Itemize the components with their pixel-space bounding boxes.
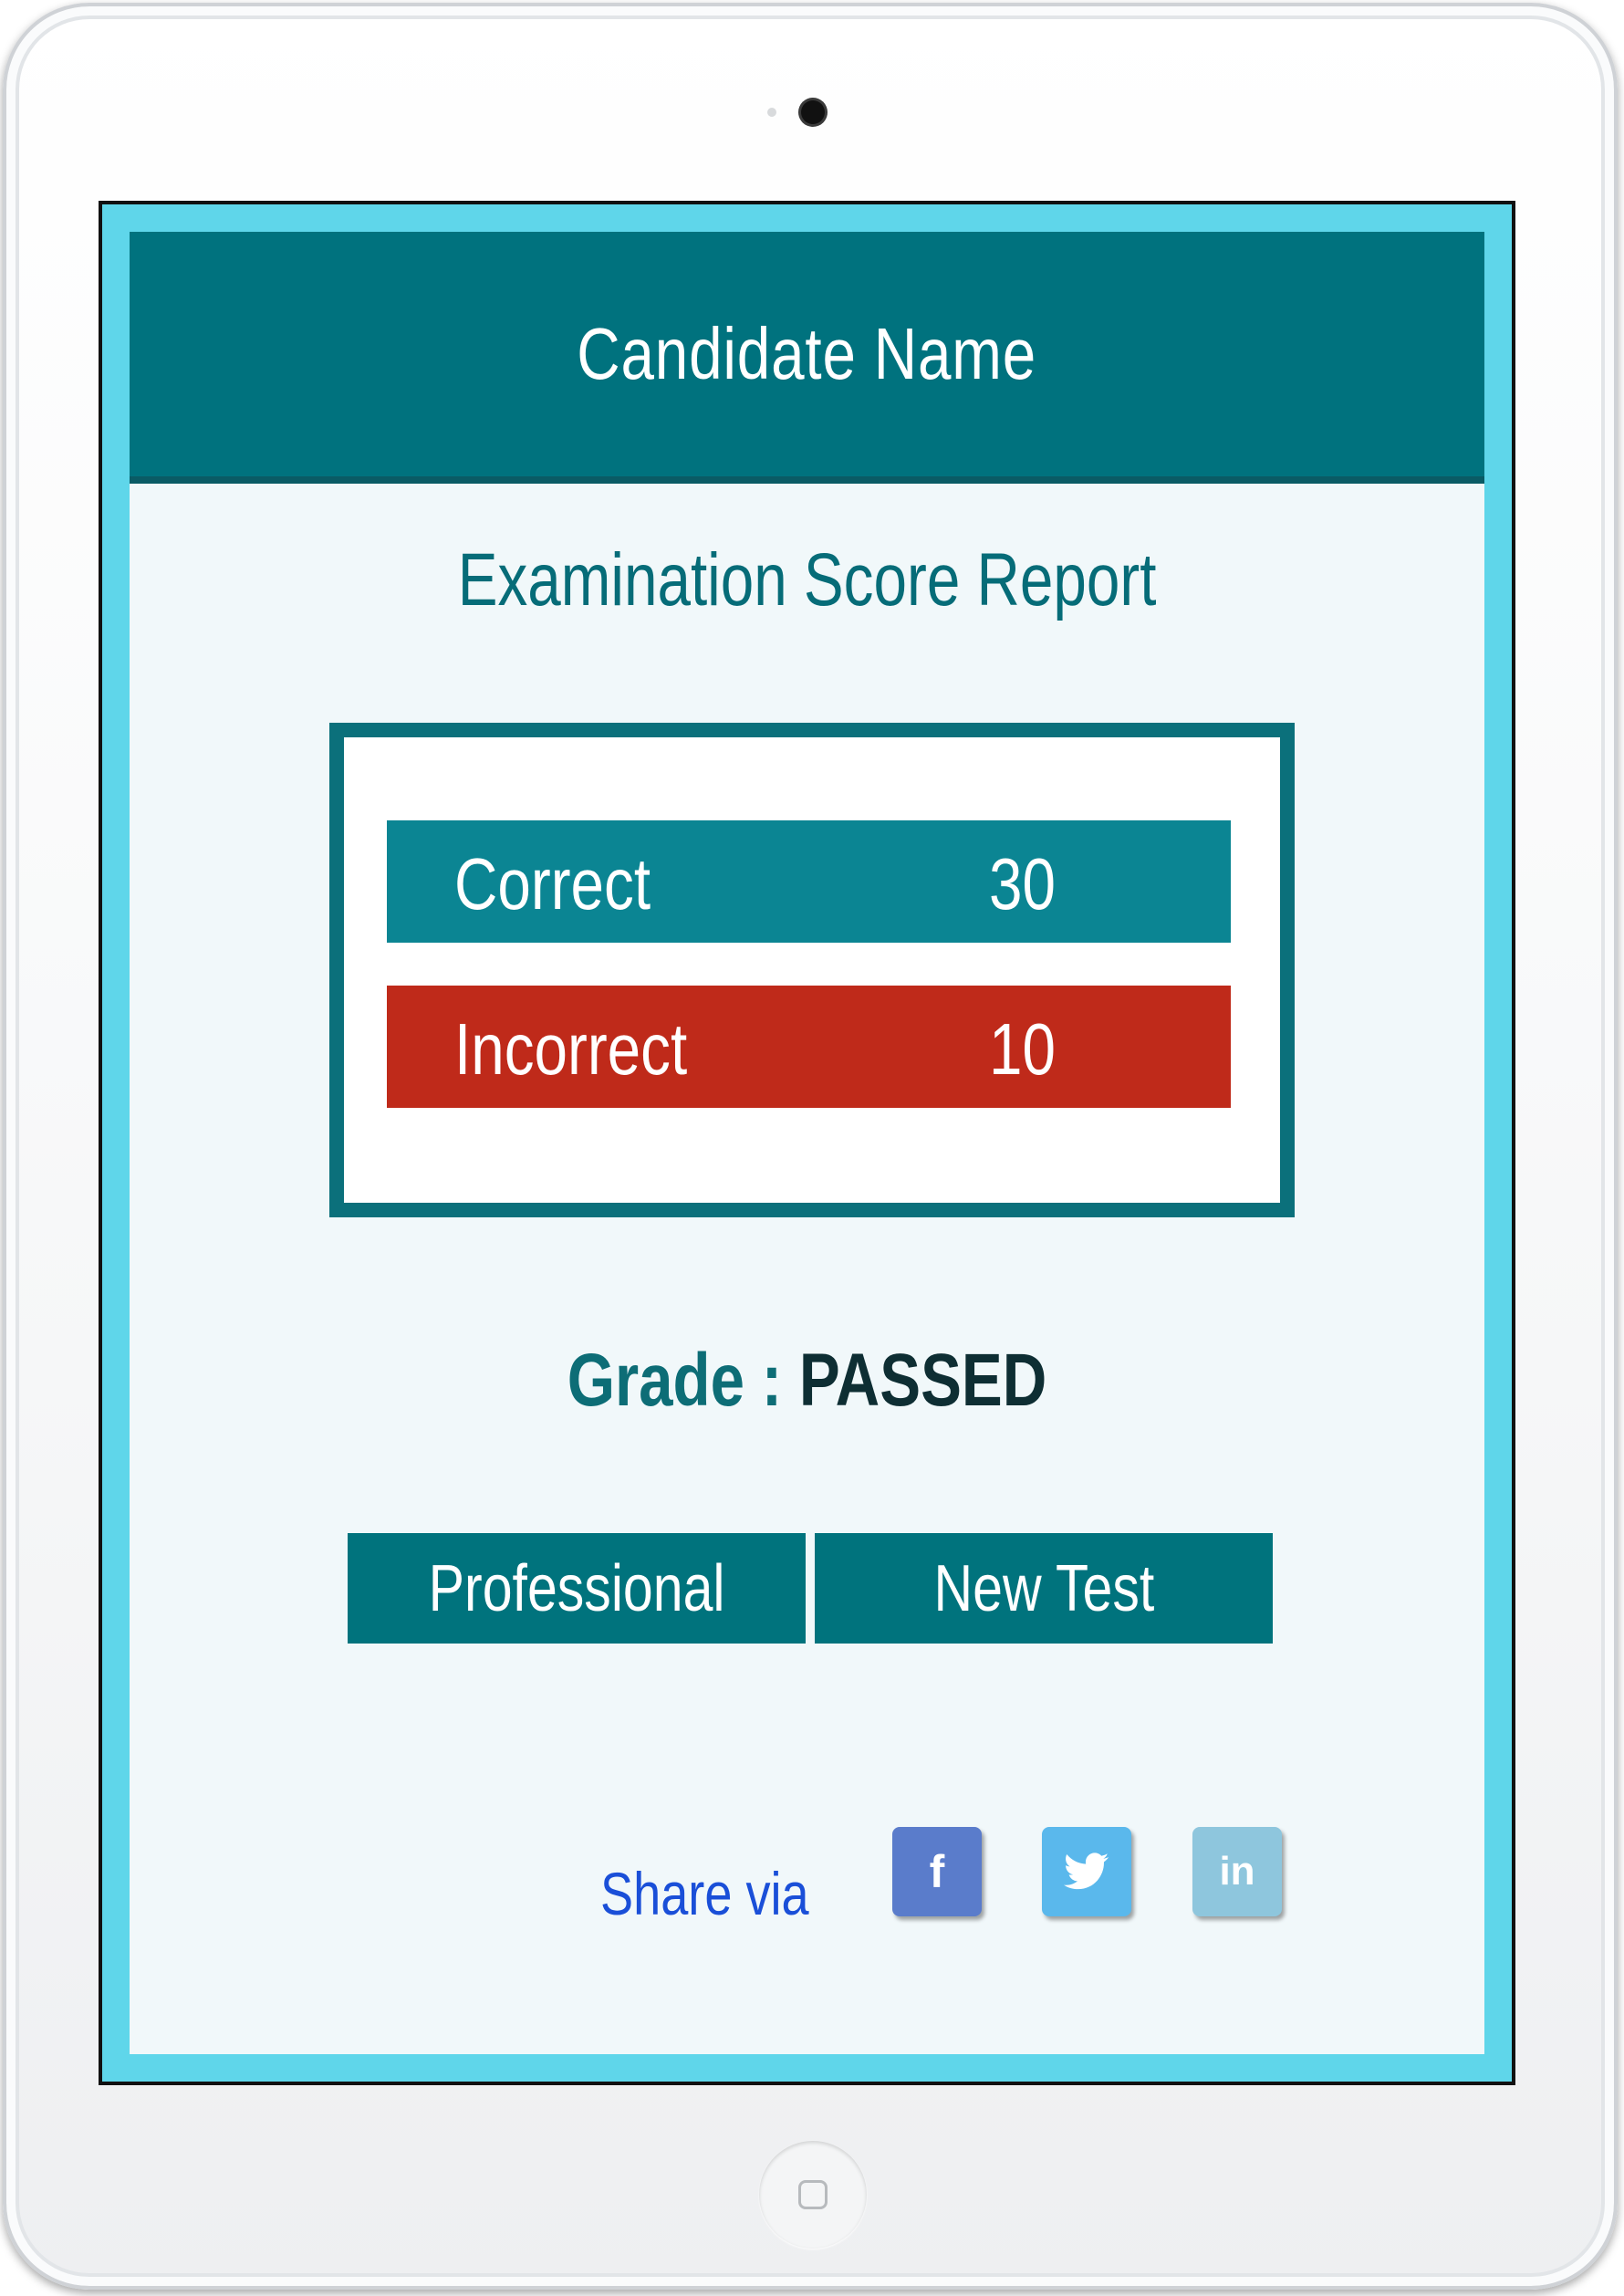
new-test-button[interactable]: New Test: [815, 1533, 1273, 1644]
screen: Candidate Name Examination Score Report …: [102, 204, 1512, 2082]
report-title-text: Examination Score Report: [457, 538, 1157, 621]
front-camera: [801, 100, 825, 124]
professional-button[interactable]: Professional: [348, 1533, 806, 1644]
incorrect-label: Incorrect: [454, 1008, 688, 1090]
grade-value: PASSED: [798, 1339, 1047, 1422]
linkedin-icon[interactable]: in: [1192, 1827, 1282, 1916]
candidate-name: Candidate Name: [577, 313, 1037, 394]
share-via-label: Share via: [600, 1860, 809, 1927]
grade-line: Grade : PASSED: [130, 1338, 1484, 1424]
facebook-icon[interactable]: f: [892, 1827, 982, 1916]
home-button[interactable]: [759, 2141, 867, 2249]
screen-bezel: Candidate Name Examination Score Report …: [99, 201, 1515, 2085]
twitter-bird-icon: [1064, 1852, 1109, 1890]
correct-row: Correct 30: [387, 820, 1231, 943]
front-sensor: [767, 108, 776, 117]
correct-value: 30: [989, 843, 1056, 924]
grade-separator: :: [761, 1339, 783, 1422]
incorrect-value: 10: [989, 1008, 1056, 1090]
twitter-icon[interactable]: [1042, 1827, 1131, 1916]
app-content: Candidate Name Examination Score Report …: [130, 232, 1484, 2054]
correct-label: Correct: [454, 843, 651, 924]
professional-button-label: Professional: [428, 1551, 725, 1625]
linkedin-glyph: in: [1219, 1849, 1255, 1894]
header-bar: Candidate Name: [130, 232, 1484, 484]
report-title: Examination Score Report: [130, 537, 1484, 623]
incorrect-row: Incorrect 10: [387, 986, 1231, 1108]
score-box: Correct 30 Incorrect 10: [329, 723, 1295, 1217]
new-test-button-label: New Test: [933, 1551, 1154, 1625]
grade-label: Grade: [567, 1339, 745, 1422]
facebook-glyph: f: [929, 1846, 945, 1897]
home-square-icon: [798, 2180, 828, 2209]
